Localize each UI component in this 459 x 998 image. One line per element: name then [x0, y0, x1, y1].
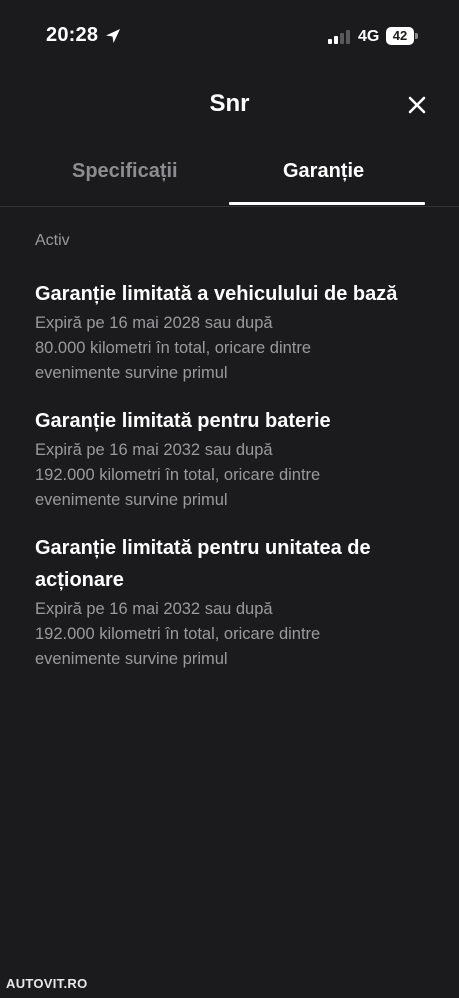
location-arrow-icon	[106, 29, 120, 43]
warranty-title: Garanție limitată a vehiculului de bază	[35, 283, 398, 305]
section-label-active: Activ	[35, 232, 70, 249]
warranty-detail-line: Expiră pe 16 mai 2032 sau după	[35, 600, 273, 618]
status-bar: 20:28 4G 42	[0, 0, 459, 76]
tab-specifications[interactable]: Specificații	[72, 160, 178, 183]
warranty-item-vehicle: Garanție limitată a vehiculului de bază …	[35, 279, 435, 386]
battery-tip	[415, 33, 418, 39]
battery-icon: 42	[386, 27, 418, 45]
active-tab-indicator	[229, 202, 425, 205]
warranty-detail-line: evenimente survine primul	[35, 491, 228, 509]
network-type: 4G	[358, 28, 380, 45]
warranty-list: Garanție limitată a vehiculului de bază …	[35, 279, 435, 692]
watermark: AUTOVIT.RO	[6, 976, 88, 991]
tab-warranty[interactable]: Garanție	[283, 160, 364, 183]
cellular-signal-icon	[328, 30, 350, 44]
warranty-detail-line: 192.000 kilometri în total, oricare dint…	[35, 466, 321, 484]
battery-level: 42	[386, 27, 414, 45]
status-time: 20:28	[46, 24, 99, 46]
warranty-title-continued: acționare	[35, 569, 124, 591]
warranty-detail-line: 192.000 kilometri în total, oricare dint…	[35, 625, 321, 643]
close-button[interactable]	[402, 90, 432, 120]
warranty-item-battery: Garanție limitată pentru baterie Expiră …	[35, 406, 435, 513]
tab-bar: Specificații Garanție	[0, 150, 459, 207]
warranty-detail-line: Expiră pe 16 mai 2032 sau după	[35, 441, 273, 459]
page-title: Snr	[209, 90, 250, 117]
warranty-item-drive-unit: Garanție limitată pentru unitatea de acț…	[35, 533, 435, 672]
close-icon[interactable]	[402, 90, 432, 120]
warranty-detail-line: evenimente survine primul	[35, 650, 228, 668]
warranty-title: Garanție limitată pentru unitatea de	[35, 537, 371, 559]
warranty-detail-line: Expiră pe 16 mai 2028 sau după	[35, 314, 273, 332]
warranty-detail-line: 80.000 kilometri în total, oricare dintr…	[35, 339, 312, 357]
warranty-detail-line: evenimente survine primul	[35, 364, 228, 382]
warranty-title: Garanție limitată pentru baterie	[35, 410, 331, 432]
